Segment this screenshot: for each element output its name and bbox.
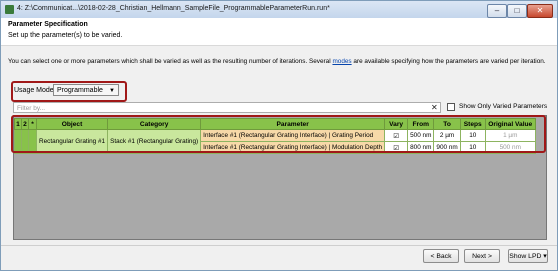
- close-button[interactable]: ✕: [527, 4, 553, 18]
- description-before: You can select one or more parameters wh…: [8, 58, 333, 65]
- usage-mode-label: Usage Mode: [14, 87, 54, 94]
- description-after: are available specifying how the paramet…: [351, 58, 546, 65]
- modes-link[interactable]: modes: [332, 58, 351, 65]
- grid-highlight: [11, 115, 546, 153]
- clear-filter-icon[interactable]: ✕: [431, 102, 438, 113]
- show-only-varied-label: Show Only Varied Parameters: [459, 103, 548, 110]
- checkbox-box: [447, 103, 455, 111]
- back-button[interactable]: < Back: [423, 249, 459, 263]
- minimize-button[interactable]: –: [487, 4, 507, 18]
- title-bar[interactable]: 4: Z:\Communicat...\2018-02-28_Christian…: [1, 1, 557, 18]
- show-only-varied-checkbox[interactable]: [447, 103, 455, 111]
- app-icon: [5, 5, 14, 14]
- description-text: You can select one or more parameters wh…: [8, 58, 546, 65]
- page-subtitle: Set up the parameter(s) to be varied.: [8, 32, 123, 39]
- wizard-header: Parameter Specification Set up the param…: [1, 18, 557, 46]
- page-title: Parameter Specification: [8, 21, 88, 28]
- next-button[interactable]: Next >: [464, 249, 500, 263]
- filter-input[interactable]: Filter by...: [13, 102, 441, 113]
- chevron-down-icon: ▼: [109, 88, 115, 94]
- maximize-button[interactable]: □: [507, 4, 527, 18]
- footer-divider: [1, 245, 557, 246]
- show-lpd-button[interactable]: Show LPD ▾: [508, 249, 548, 263]
- window-title: 4: Z:\Communicat...\2018-02-28_Christian…: [17, 5, 330, 12]
- main-window: 4: Z:\Communicat...\2018-02-28_Christian…: [0, 0, 558, 271]
- usage-mode-select[interactable]: Programmable ▼: [53, 84, 119, 96]
- usage-mode-value: Programmable: [57, 87, 103, 94]
